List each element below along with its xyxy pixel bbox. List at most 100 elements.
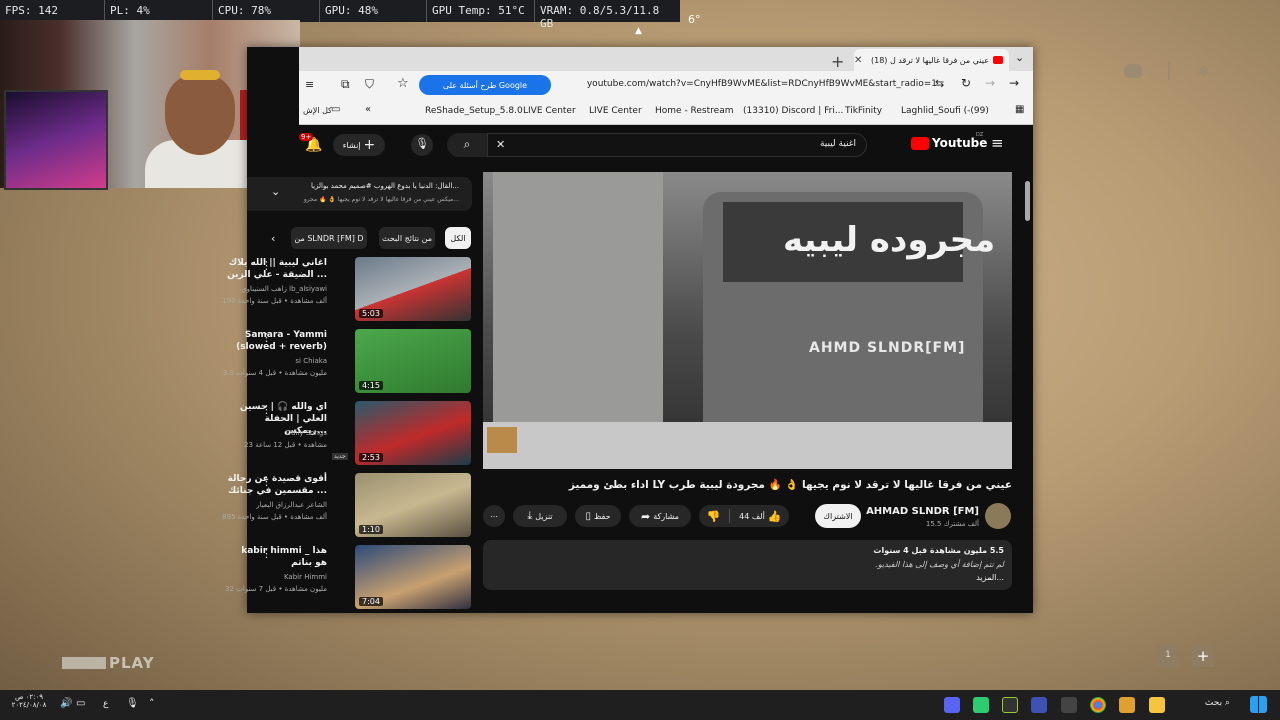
folder-icon[interactable]: ▭ [331,104,340,115]
chip-from-channel[interactable]: من SLNDR [FM] D [291,227,367,249]
download-button[interactable]: ⤓ تنزيل [513,505,567,527]
create-button[interactable]: إنشاء + [333,134,385,156]
bookmark-live-center-2[interactable]: LIVE Center [589,106,642,116]
performance-overlay: FPS: 142 PL: 4% CPU: 78% GPU: 48% GPU Te… [0,0,680,30]
list-item[interactable]: ⋮ أقوى قصيدة عن رجالة مقسمين في جنائك ..… [222,473,477,541]
store-taskbar-icon[interactable] [1119,697,1135,713]
bookmark-all[interactable]: كل الإش [303,106,332,115]
taskbar-search[interactable]: بحث ⌕ [1180,698,1230,708]
rec-channel: Daily Songs [285,429,327,437]
dislike-icon[interactable]: 👎 [706,510,720,523]
list-item[interactable]: ⋮ اغاني ليبية || الله يلاك الضيقة - علي … [222,257,477,325]
search-button-icon[interactable]: ⌕ [447,133,487,157]
rec-thumbnail[interactable]: 2:53 [355,401,471,465]
menu-icon[interactable]: ≡ [305,78,314,91]
page-number[interactable]: 1 [1157,645,1179,667]
list-item[interactable]: ⋮ Samara - Yammi (slowed + reverb) si Ch… [223,329,477,397]
chip-all[interactable]: الكل [445,227,471,249]
nvidia-taskbar-icon[interactable] [1002,697,1018,713]
discord-taskbar-icon[interactable] [944,697,960,713]
rec-duration: 2:53 [359,453,383,462]
reload-icon[interactable]: ↻ [961,76,971,90]
save-button[interactable]: ▯ حفظ [575,505,621,527]
url-field[interactable]: youtube.com/watch?v=CnyHfB9WvME&list=RDC… [557,79,937,89]
chevron-down-icon[interactable]: ⌄ [271,185,280,198]
forward-icon[interactable]: → [985,76,995,90]
like-count[interactable]: 44 ألف [739,512,765,521]
more-actions-icon[interactable]: ⋯ [483,505,505,527]
speaker-icon[interactable]: 🔊 [60,698,72,709]
description-text: لم تتم إضافة أي وصف إلى هذا الفيديو. [875,560,1004,569]
tray-chevron-up-icon[interactable]: ˄ [149,697,155,710]
tab-title: (18) عيني من فرقا غاليها لا ترقد ل [870,55,989,65]
voice-search-mic-icon[interactable]: 🎙 [411,134,433,156]
share-button[interactable]: ➦ مشاركة [629,505,691,527]
extensions-icon[interactable]: ⧉ [341,77,350,92]
new-tab-button[interactable]: + [831,52,844,71]
gpu-readout: GPU: 48% [320,0,427,22]
rec-thumbnail[interactable]: 7:04 [355,545,471,609]
terminal-taskbar-icon[interactable] [1061,697,1077,713]
chips-prev-icon[interactable]: ‹ [271,232,275,245]
search-icon: ⌕ [1224,698,1230,708]
tune-icon[interactable]: ⇆ [935,77,944,90]
rec-thumbnail[interactable]: 5:03 [355,257,471,321]
gear-icon[interactable]: ✱ [1198,64,1210,80]
discord-icon[interactable] [1124,64,1142,78]
rec-thumbnail[interactable]: 4:15 [355,329,471,393]
microphone-icon[interactable]: 🎙 [126,698,139,709]
chevron-left-icon[interactable]: « [365,104,371,115]
list-item[interactable]: ⋮ اي والله 🎧 | حسين العلي | الحفلة ريمكس… [240,401,477,469]
bookmark-laghlid[interactable]: Laghlid_Soufi (-(99) [901,106,989,116]
channel-name[interactable]: AHMAD SLNDR [FM] [861,506,979,517]
file-explorer-taskbar-icon[interactable] [1149,697,1165,713]
hamburger-menu-icon[interactable]: ≡ [991,134,1004,152]
grid-icon[interactable]: ▦ [1015,104,1024,115]
playlist-subtitle: ميكس عيني من فرقا غاليها لا ترقد لا نوم … [303,196,459,203]
chrome-taskbar-icon[interactable] [1090,697,1106,713]
vpn-taskbar-icon[interactable] [1031,697,1047,713]
bookmark-discord[interactable]: (13310) Discord | Fri... [743,106,843,116]
windows-start-icon[interactable] [1250,696,1267,713]
channel-avatar[interactable] [985,503,1011,529]
back-icon[interactable]: → [1009,76,1019,90]
bookmark-star-icon[interactable]: ☆ [397,76,409,91]
playlist-panel[interactable]: القال: الدنيا يا بدوع الهروب #صميم محمد … [247,177,472,211]
search-query: اغنية ليبية [819,139,856,149]
app-taskbar-icon[interactable] [973,697,989,713]
bookmark-tikfinity[interactable]: TikFinity [845,106,882,116]
browser-window: + ✕ (18) عيني من فرقا غاليها لا ترقد ل ⌄… [222,47,1033,613]
subscribe-button[interactable]: الاشتراك [815,504,861,528]
video-player[interactable]: مجروده ليبيه AHMD SLNDR[FM] [483,172,1012,469]
description-more-link[interactable]: ...المزيد [976,573,1004,582]
tab-menu-chevron-icon[interactable]: ⌄ [1015,51,1024,64]
address-toolbar: ≡ ⧉ ⛉ ☆ طرح أسئلة على Google youtube.com… [299,71,1033,99]
channel-watermark-icon [487,427,517,453]
youtube-logo-text[interactable]: Youtube [932,136,987,150]
youtube-logo-icon[interactable] [911,137,929,150]
list-item[interactable]: ⋮ kabir himmi _ هذا هو بناتم Kabir Himmi… [225,545,477,613]
chip-from-search[interactable]: من نتائج البحث [379,227,435,249]
clock[interactable]: ٠٢:٠٩ ص ٢٠٢٤/٠٨/٠٨ [8,693,50,709]
search-input[interactable]: ✕ اغنية ليبية [487,133,867,157]
network-icon[interactable]: ▭ [76,698,85,709]
rec-thumbnail[interactable]: 1:10 [355,473,471,537]
clear-search-icon[interactable]: ✕ [496,138,505,151]
google-ask-chip[interactable]: طرح أسئلة على Google [419,75,551,95]
description-views: 5.5 مليون مشاهدة قبل 4 سنوات [873,546,1004,555]
active-tab[interactable]: ✕ (18) عيني من فرقا غاليها لا ترقد ل [854,49,1009,71]
close-tab-icon[interactable]: ✕ [854,55,862,66]
language-indicator[interactable]: ع [103,699,108,709]
like-icon[interactable]: 👍 [768,510,782,523]
bookmark-reshade[interactable]: ReShade_Setup_5.8.0 [425,106,523,116]
divider [1168,62,1170,80]
taskbar-search-label: بحث [1204,698,1223,708]
scrollbar-thumb[interactable] [1025,181,1030,221]
bookmark-live-center-1[interactable]: LIVE Center [523,106,576,116]
bookmark-restream[interactable]: Home - Restream [655,106,733,116]
cpu-readout: CPU: 78% [213,0,320,22]
description-box[interactable]: 5.5 مليون مشاهدة قبل 4 سنوات لم تتم إضاف… [483,540,1012,590]
shield-icon[interactable]: ⛉ [365,77,374,92]
add-page-icon[interactable]: + [1192,645,1214,667]
rec-channel: زاهب السنيناوي lb_alsiyawi [241,285,327,293]
